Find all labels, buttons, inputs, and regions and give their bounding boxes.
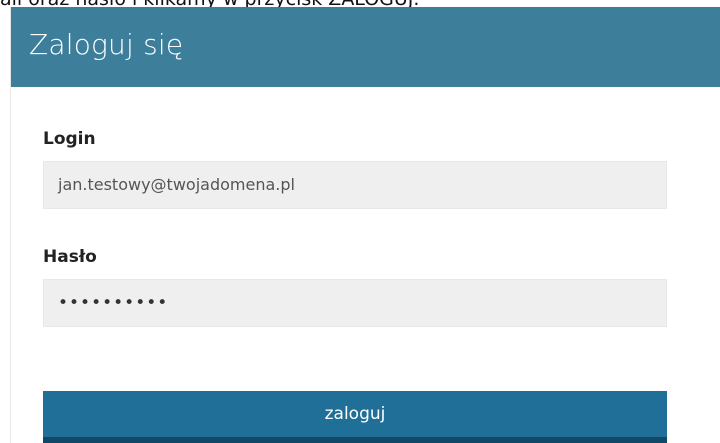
login-title: Zaloguj się — [29, 28, 184, 61]
password-label: Hasło — [43, 247, 97, 267]
login-label: Login — [43, 129, 96, 149]
login-panel: Zaloguj się Login jan.testowy@twojadomen… — [10, 7, 720, 443]
login-input[interactable]: jan.testowy@twojadomena.pl — [43, 161, 667, 209]
password-input[interactable]: •••••••••• — [43, 279, 667, 327]
login-panel-header: Zaloguj się — [11, 7, 720, 87]
login-button[interactable]: zaloguj — [43, 391, 667, 443]
